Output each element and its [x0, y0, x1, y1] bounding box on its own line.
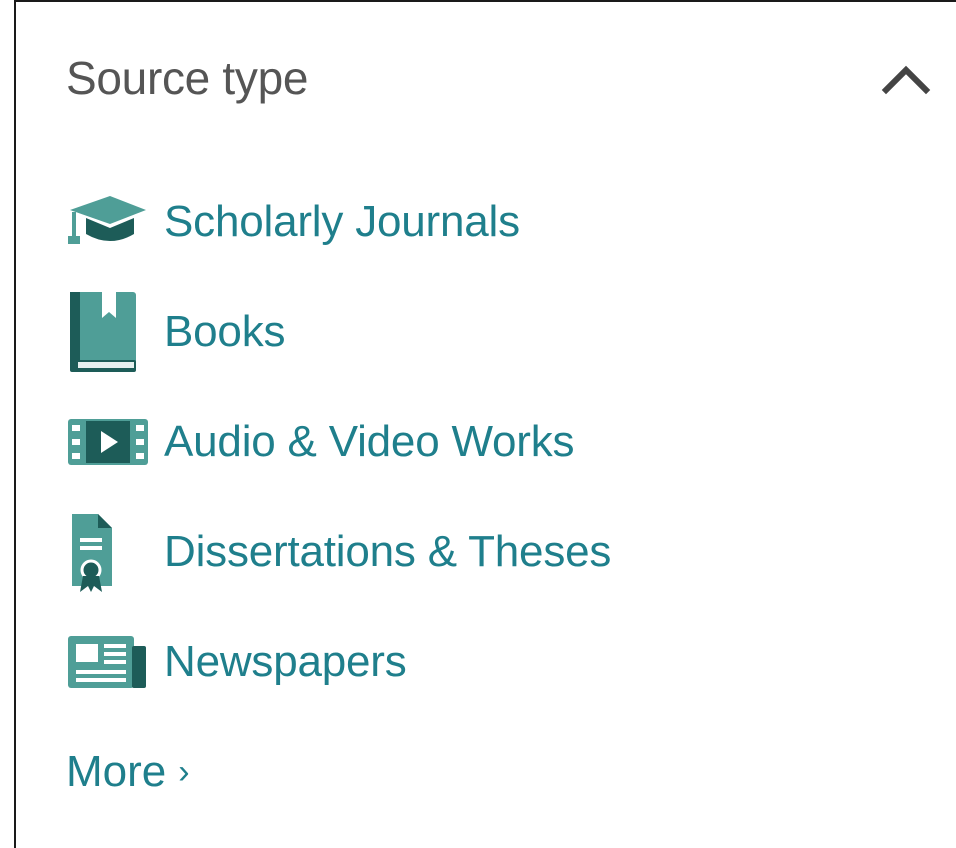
source-type-facet-panel: Source type Scholarly Journals Books Aud…	[14, 0, 956, 848]
newspaper-icon	[66, 622, 156, 702]
collapse-toggle-button[interactable]	[878, 52, 934, 108]
book-icon	[66, 292, 156, 372]
source-type-books[interactable]: Books	[66, 292, 285, 372]
chevron-up-icon	[881, 65, 931, 95]
source-type-label: Scholarly Journals	[164, 197, 520, 246]
diploma-document-icon	[66, 512, 156, 592]
source-type-label: Audio & Video Works	[164, 417, 575, 466]
chevron-right-icon: ›	[178, 753, 190, 791]
graduation-cap-icon	[66, 182, 156, 262]
source-type-label: Dissertations & Theses	[164, 527, 612, 576]
facet-header: Source type	[16, 2, 956, 152]
source-type-label: Books	[164, 307, 286, 356]
more-link-label: More	[66, 747, 167, 796]
video-film-icon	[66, 402, 156, 482]
more-source-types-link[interactable]: More ›	[66, 744, 190, 800]
source-type-audio-video[interactable]: Audio & Video Works	[66, 402, 575, 482]
source-type-dissertations[interactable]: Dissertations & Theses	[66, 512, 611, 592]
source-type-scholarly-journals[interactable]: Scholarly Journals	[66, 182, 520, 262]
facet-title: Source type	[66, 52, 309, 104]
source-type-label: Newspapers	[164, 637, 407, 686]
source-type-newspapers[interactable]: Newspapers	[66, 622, 407, 702]
